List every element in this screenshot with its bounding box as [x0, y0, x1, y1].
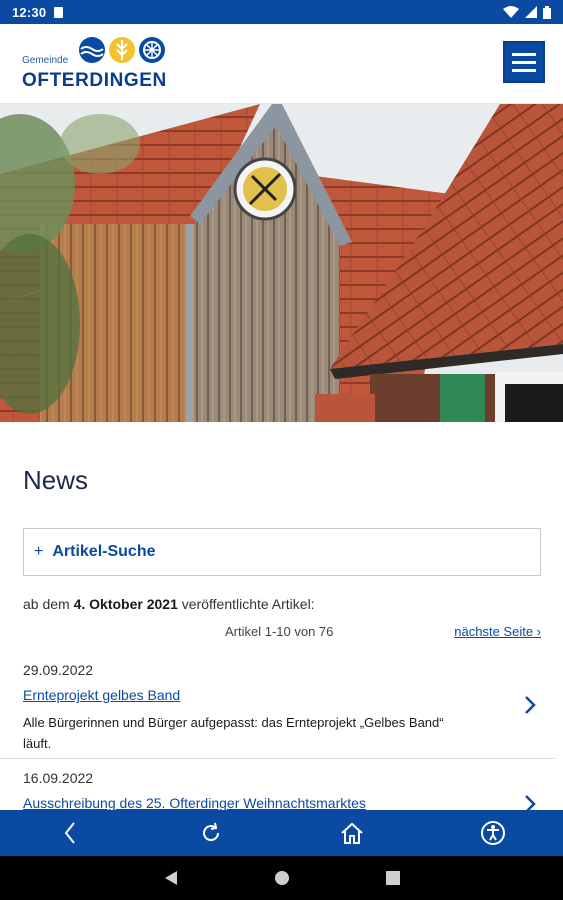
hero-image — [0, 104, 563, 422]
battery-icon — [543, 5, 551, 19]
article-date: 29.09.2022 — [23, 662, 94, 678]
refresh-button[interactable] — [191, 813, 231, 853]
published-since-text: ab dem 4. Oktober 2021 veröffentlichte A… — [23, 596, 315, 612]
since-date: 4. Oktober 2021 — [73, 596, 178, 612]
bottom-navigation — [0, 810, 563, 856]
app-header: Gemeinde OFTERDINGEN — [0, 24, 563, 104]
list-item[interactable]: 29.09.2022 Ernteprojekt gelbes Band Alle… — [0, 662, 555, 759]
plus-icon: + — [34, 543, 44, 560]
chevron-right-icon[interactable] — [523, 695, 537, 715]
system-navigation-bar — [0, 856, 563, 900]
list-item[interactable]: 16.09.2022 Ausschreibung des 25. Ofterdi… — [0, 770, 555, 810]
system-recents-icon[interactable] — [385, 871, 400, 885]
wifi-icon — [503, 6, 519, 18]
hamburger-menu-icon — [512, 52, 536, 56]
news-content: News + Artikel-Suche ab dem 4. Oktober 2… — [0, 422, 563, 810]
accessibility-icon — [480, 821, 505, 845]
refresh-icon — [203, 822, 220, 842]
logo-emblem-icon — [79, 37, 165, 63]
article-search-toggle[interactable]: + Artikel-Suche — [23, 528, 541, 576]
article-title-link[interactable]: Ausschreibung des 25. Ofterdinger Weihna… — [23, 795, 366, 810]
signal-icon — [525, 6, 537, 18]
article-count: Artikel 1-10 von 76 — [225, 624, 334, 639]
status-time: 12:30 — [12, 4, 47, 20]
municipality-logo[interactable]: Gemeinde OFTERDINGEN — [22, 36, 192, 94]
system-back-icon[interactable] — [164, 870, 178, 886]
chevron-right-icon[interactable] — [523, 794, 537, 810]
page-title: News — [23, 465, 89, 495]
article-date: 16.09.2022 — [23, 770, 94, 786]
home-icon — [341, 822, 363, 844]
accessibility-button[interactable] — [473, 813, 513, 853]
logo-prefix: Gemeinde — [22, 55, 69, 66]
home-button[interactable] — [332, 813, 372, 853]
article-search-label: Artikel-Suche — [52, 543, 156, 560]
menu-button[interactable] — [503, 41, 545, 83]
back-button[interactable] — [50, 813, 90, 853]
logo-name: OFTERDINGEN — [22, 70, 167, 91]
back-icon — [65, 822, 76, 844]
article-teaser: Alle Bürgerinnen und Bürger aufgepasst: … — [23, 715, 444, 751]
status-bar: 12:30 — [0, 0, 563, 24]
system-home-icon[interactable] — [274, 870, 290, 886]
next-page-link[interactable]: nächste Seite › — [454, 624, 541, 639]
sd-card-icon — [54, 6, 64, 18]
article-title-link[interactable]: Ernteprojekt gelbes Band — [23, 687, 180, 703]
